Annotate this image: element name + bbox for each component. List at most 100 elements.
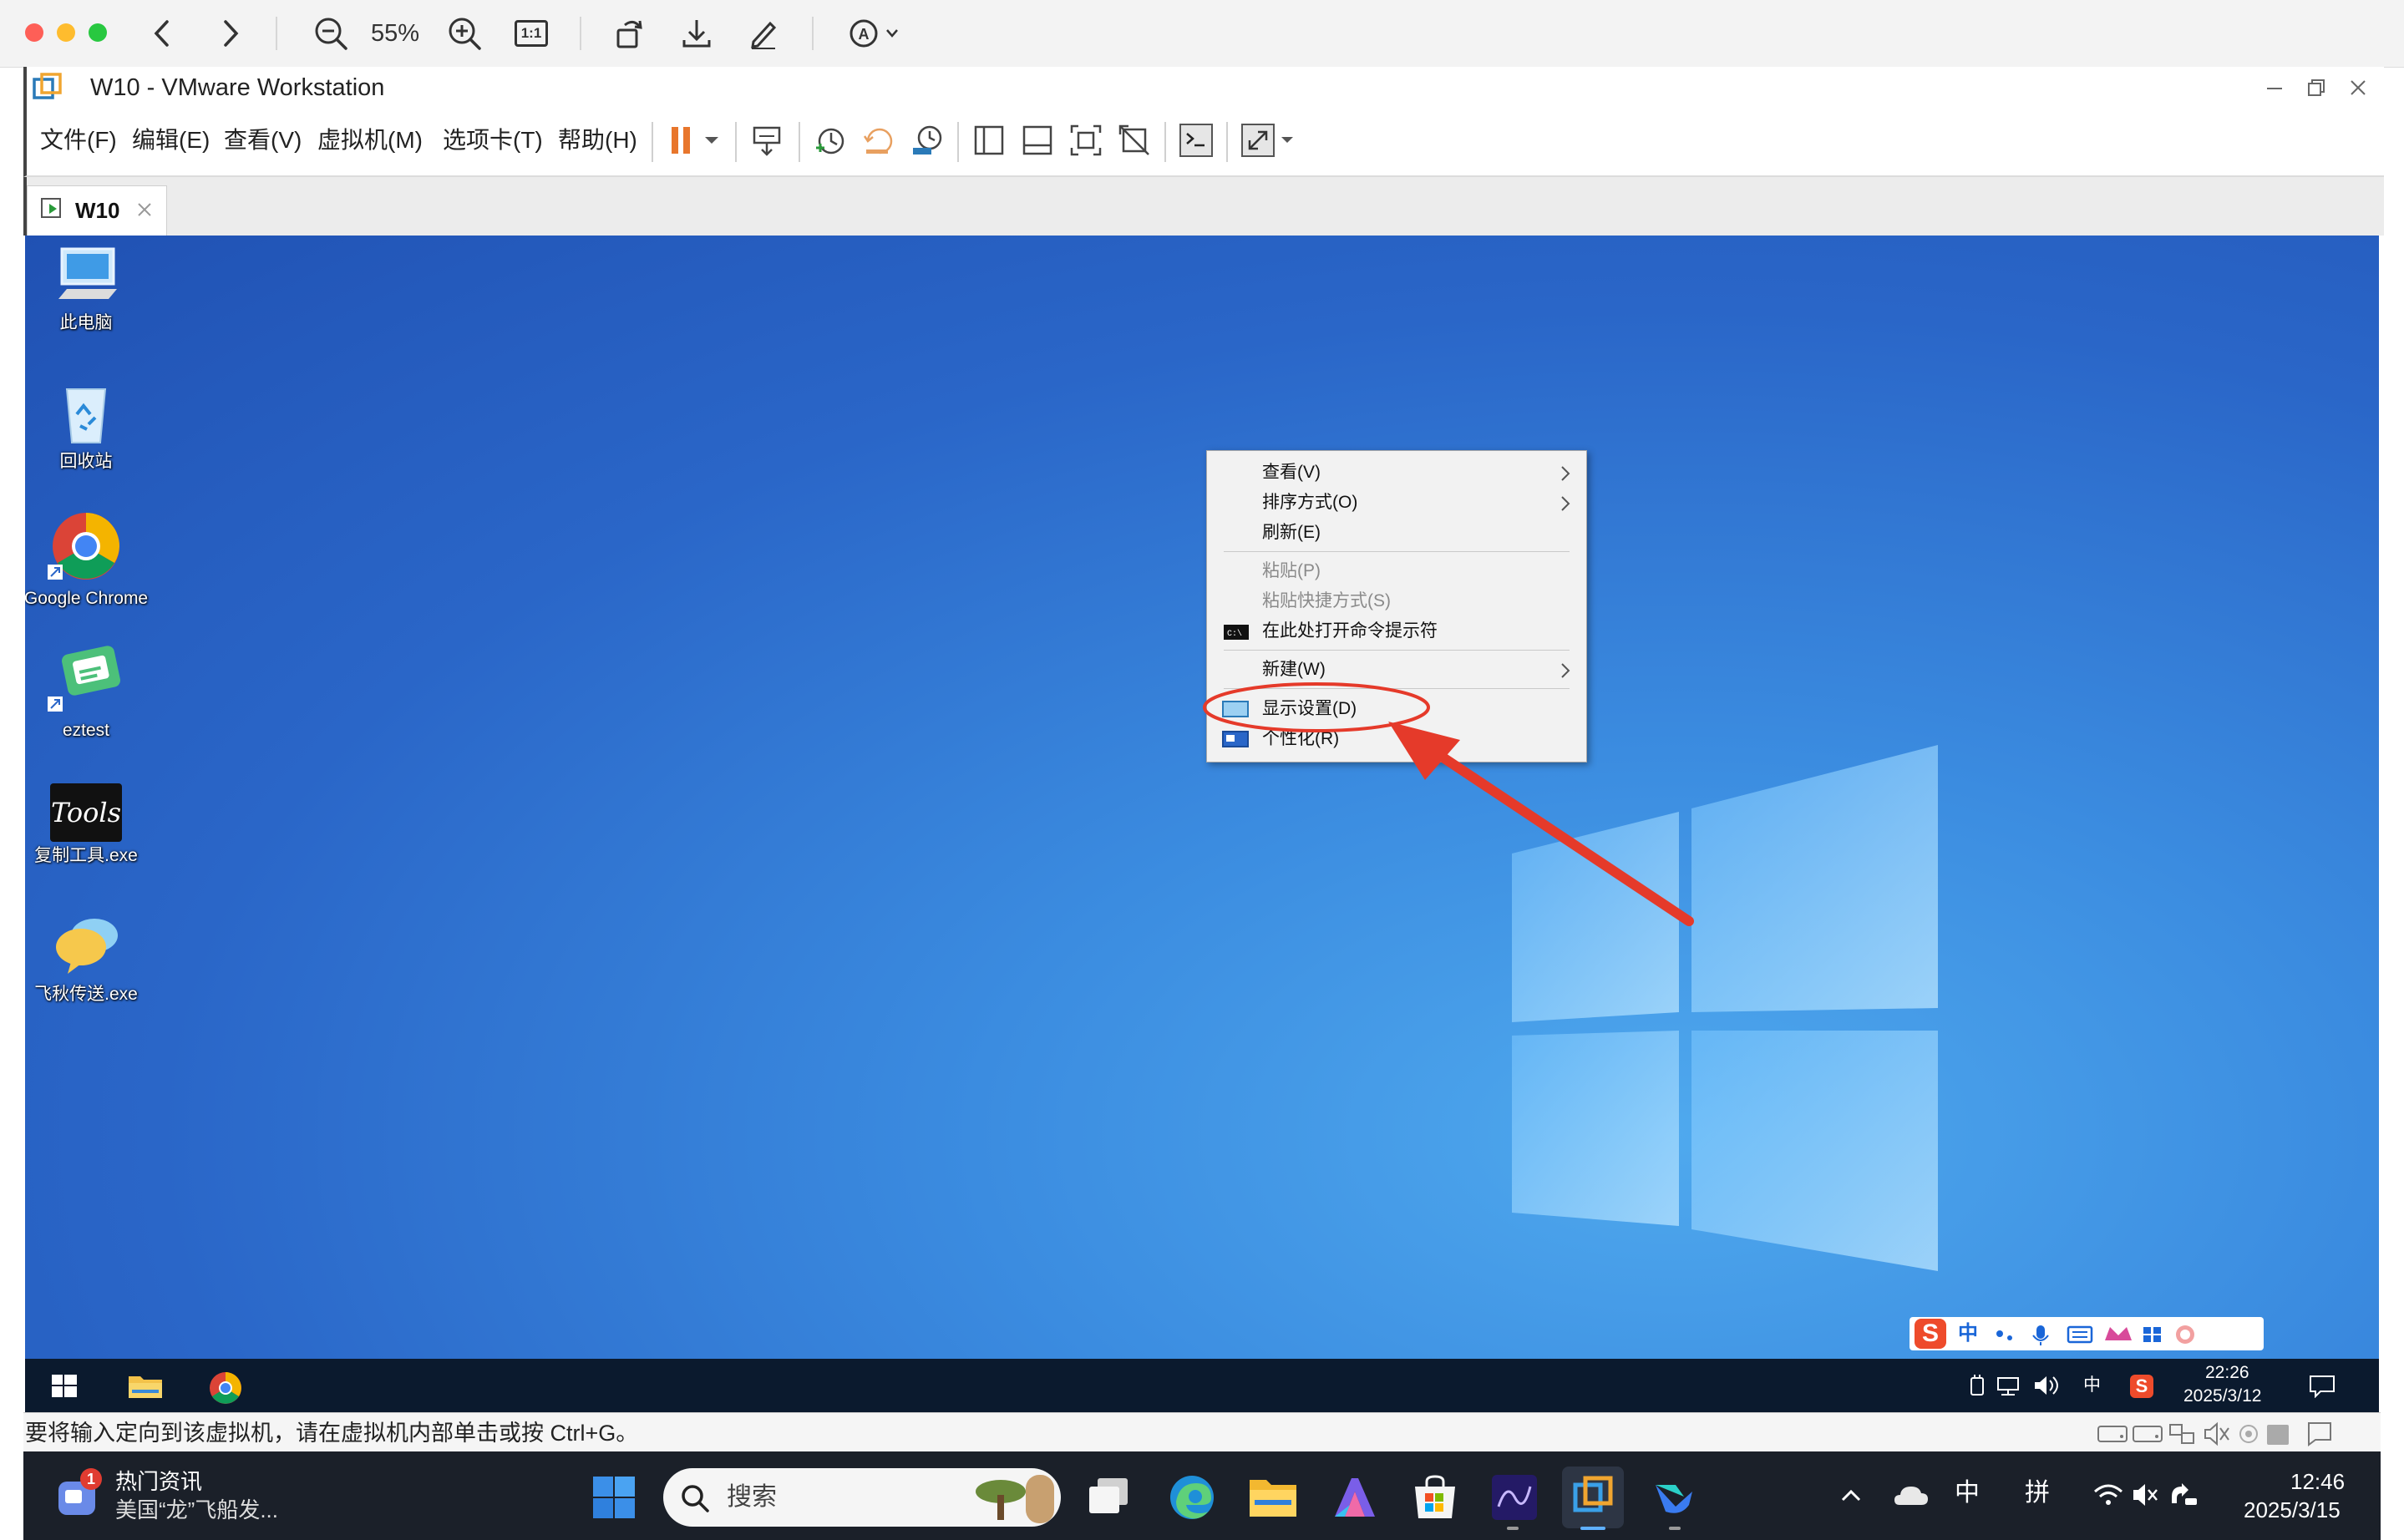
menu-vm[interactable]: 虚拟机(M)	[317, 125, 423, 155]
menu-separator	[1224, 650, 1570, 651]
guest-clock-time[interactable]: 22:26	[2205, 1362, 2249, 1384]
menu-help[interactable]: 帮助(H)	[558, 125, 637, 155]
tab-label: W10	[75, 198, 120, 223]
desktop-icon-label: 复制工具.exe	[34, 846, 138, 865]
host-file-explorer-icon[interactable]	[1248, 1475, 1298, 1520]
forward-icon[interactable]	[209, 13, 252, 53]
zoom-out-icon[interactable]	[309, 13, 352, 53]
host-start-icon[interactable]	[591, 1475, 637, 1520]
actual-size-icon[interactable]: 1:1	[510, 13, 553, 53]
ctx-item-refresh[interactable]: 刷新(E)	[1262, 521, 1321, 545]
toolbar-divider	[735, 122, 737, 162]
recycle-bin-icon	[65, 388, 107, 443]
sogou-logo-icon: S	[1915, 1319, 1946, 1349]
notes-app-icon[interactable]	[1490, 1473, 1539, 1522]
snapshot-manager-icon[interactable]	[907, 120, 947, 160]
maximize-window-button[interactable]	[89, 23, 107, 42]
microsoft-store-icon[interactable]	[1412, 1473, 1458, 1522]
full-screen-icon[interactable]	[1066, 120, 1106, 160]
ime-tool-icons[interactable]	[1993, 1324, 2244, 1345]
pause-vm-button[interactable]	[663, 120, 730, 160]
desktop-icon-feiqiu[interactable]: 飞秋传送.exe	[25, 914, 149, 1005]
host-ime-lang[interactable]: 中	[1955, 1478, 1980, 1508]
guest-ime-lang[interactable]: 中	[2083, 1375, 2101, 1396]
close-window-button[interactable]	[25, 23, 43, 42]
host-clock-time[interactable]: 12:46	[2290, 1468, 2345, 1495]
desktop-icon-eztest[interactable]: eztest	[25, 645, 149, 741]
markup-pen-icon[interactable]	[742, 13, 785, 53]
toolbar-divider	[799, 122, 800, 162]
menu-view[interactable]: 查看(V)	[224, 125, 302, 155]
ctx-item-view[interactable]: 查看(V)	[1262, 461, 1321, 484]
news-title[interactable]: 热门资讯	[115, 1468, 202, 1495]
tab-close-icon[interactable]	[135, 200, 154, 219]
desktop-icon-recycle-bin[interactable]: 回收站	[25, 377, 149, 472]
desktop-icon-chrome[interactable]: Google Chrome	[25, 509, 149, 609]
feishu-icon[interactable]	[1651, 1473, 1697, 1520]
back-icon[interactable]	[140, 13, 184, 53]
host-clock-date[interactable]: 2025/3/15	[2244, 1497, 2341, 1523]
viewer-toolbar	[0, 0, 2404, 68]
svg-text:A: A	[859, 26, 870, 43]
guest-clock-date[interactable]: 2025/3/12	[2183, 1385, 2261, 1407]
status-message: 要将输入定向到该虚拟机，请在虚拟机内部单击或按 Ctrl+G。	[25, 1421, 639, 1446]
active-indicator	[1580, 1527, 1605, 1530]
show-library-icon[interactable]	[969, 120, 1009, 160]
guest-notification-icon[interactable]	[2309, 1375, 2336, 1398]
news-subtitle[interactable]: 美国“龙”飞船发...	[115, 1497, 278, 1523]
device-status-icons[interactable]	[2095, 1420, 2371, 1448]
revert-snapshot-icon[interactable]	[859, 120, 899, 160]
task-view-icon[interactable]	[1086, 1475, 1133, 1520]
running-indicator	[1507, 1527, 1519, 1530]
ime-lang-indicator[interactable]: 中	[1958, 1322, 1978, 1345]
host-vmware-icon[interactable]	[1570, 1473, 1617, 1520]
tools-icon: Tools	[50, 783, 122, 842]
tab-strip	[23, 177, 2384, 236]
restore-icon[interactable]	[2305, 77, 2327, 99]
news-widget-icon[interactable]: 1	[50, 1468, 109, 1523]
desktop-icon-label: Google Chrome	[25, 589, 149, 608]
rotate-icon[interactable]	[608, 13, 652, 53]
host-ime-mode[interactable]: 拼	[2025, 1478, 2050, 1508]
console-view-icon[interactable]	[1176, 120, 1216, 160]
guest-start-icon[interactable]	[52, 1375, 77, 1398]
menu-separator	[1224, 551, 1570, 552]
copilot-app-icon[interactable]	[1330, 1473, 1380, 1522]
onedrive-icon[interactable]	[1893, 1482, 1930, 1508]
stretch-guest-button[interactable]	[1240, 120, 1306, 160]
ctx-item-sort[interactable]: 排序方式(O)	[1262, 491, 1357, 514]
search-icon	[682, 1485, 709, 1512]
send-ctrl-alt-del-icon[interactable]	[747, 120, 787, 160]
thumbnail-bar-icon[interactable]	[1017, 120, 1057, 160]
guest-chrome-icon[interactable]	[207, 1370, 244, 1406]
edge-icon[interactable]	[1168, 1473, 1216, 1522]
vmware-app-icon	[32, 72, 63, 104]
annotate-icon[interactable]: A	[845, 13, 904, 53]
tray-overflow-icon[interactable]	[1838, 1482, 1864, 1508]
toolbar-divider	[580, 17, 581, 50]
toolbar-divider	[276, 17, 277, 50]
guest-file-explorer-icon[interactable]	[127, 1371, 164, 1401]
guest-sogou-icon[interactable]: S	[2130, 1375, 2153, 1398]
running-indicator	[1669, 1527, 1681, 1530]
close-icon[interactable]	[2347, 77, 2369, 99]
desktop-icon-tools[interactable]: Tools 复制工具.exe	[25, 783, 149, 866]
desktop-icon-this-pc[interactable]: 此电脑	[25, 246, 149, 333]
menu-file[interactable]: 文件(F)	[40, 125, 117, 155]
zoom-in-icon[interactable]	[443, 13, 486, 53]
cmd-icon: C:\	[1224, 625, 1249, 640]
minimize-icon[interactable]	[2264, 77, 2285, 99]
ctx-item-open-cmd[interactable]: 在此处打开命令提示符	[1262, 620, 1438, 643]
feiqiu-icon	[56, 919, 118, 974]
menu-tabs[interactable]: 选项卡(T)	[443, 125, 543, 155]
host-search-box[interactable]: 搜索	[663, 1468, 1061, 1527]
ime-toolbar[interactable]: S 中	[1910, 1317, 2264, 1350]
minimize-window-button[interactable]	[57, 23, 75, 42]
menu-edit[interactable]: 编辑(E)	[132, 125, 210, 155]
download-icon[interactable]	[675, 13, 718, 53]
svg-text:C:\: C:\	[1227, 629, 1242, 639]
snapshot-icon[interactable]	[810, 120, 850, 160]
unity-icon[interactable]	[1114, 120, 1154, 160]
host-tray-icons[interactable]	[2092, 1480, 2200, 1510]
eztest-icon	[48, 646, 121, 712]
